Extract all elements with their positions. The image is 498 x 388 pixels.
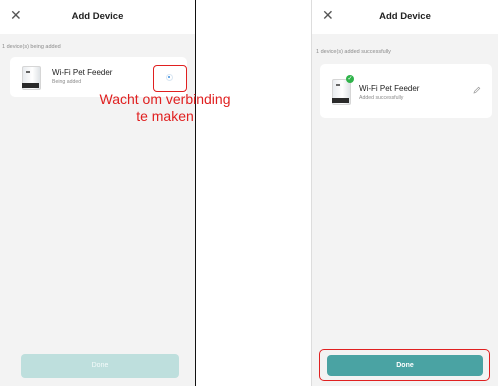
annotation-line-2: te maken <box>136 108 194 124</box>
right-phone-screen: ✕ Add Device 1 device(s) added successfu… <box>311 0 498 386</box>
device-status: Added successfully <box>359 95 404 101</box>
device-name: Wi-Fi Pet Feeder <box>359 84 420 93</box>
header: ✕ Add Device <box>0 0 195 34</box>
check-badge-icon: ✓ <box>346 75 354 83</box>
device-status: Being added <box>52 79 82 85</box>
left-phone-screen: ✕ Add Device 1 device(s) being added Wi-… <box>0 0 196 386</box>
done-button[interactable]: Done <box>21 354 179 378</box>
page-title: Add Device <box>71 11 124 22</box>
page-title: Add Device <box>379 11 431 22</box>
added-status-text: 1 device(s) added successfully <box>316 49 391 55</box>
loading-spinner-icon <box>166 74 173 81</box>
annotation-line-1: Wacht om verbinding <box>99 91 231 107</box>
pet-feeder-image <box>22 66 41 90</box>
spinner-highlight <box>153 65 187 92</box>
adding-status-text: 1 device(s) being added <box>2 44 61 50</box>
done-button[interactable]: Done <box>327 355 483 376</box>
pet-feeder-image <box>332 79 351 105</box>
header: ✕ Add Device <box>312 0 498 34</box>
edit-pencil-icon[interactable] <box>473 86 481 94</box>
device-card: ✓ Wi-Fi Pet Feeder Added successfully <box>320 64 492 118</box>
annotation-callout: Wacht om verbinding te maken <box>60 91 270 125</box>
device-name: Wi-Fi Pet Feeder <box>52 68 113 77</box>
